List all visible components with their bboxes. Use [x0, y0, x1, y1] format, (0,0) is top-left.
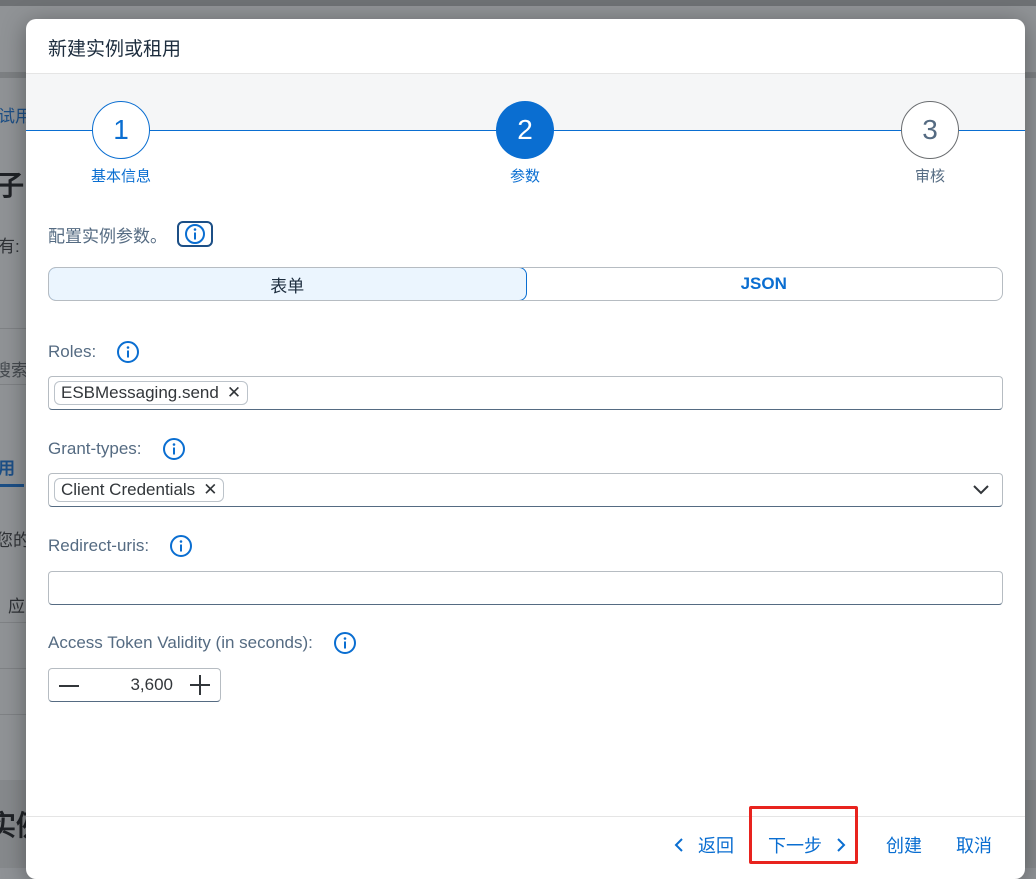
chevron-down-icon[interactable] — [972, 482, 990, 498]
decrement-icon[interactable] — [59, 685, 79, 687]
next-button-highlight — [749, 806, 858, 864]
token-validity-label-text: Access Token Validity (in seconds): — [48, 633, 313, 652]
step-label: 参数 — [509, 168, 540, 185]
grant-types-label: Grant-types: — [48, 437, 186, 461]
step-number: 3 — [901, 101, 959, 159]
grant-types-multicombobox[interactable]: Client Credentials ✕ — [48, 473, 1003, 507]
wizard-step-review[interactable]: 3 审核 — [870, 101, 990, 186]
cancel-label: 取消 — [956, 836, 992, 856]
background-heading: 子 — [0, 170, 25, 201]
info-icon[interactable] — [333, 631, 357, 655]
roles-input[interactable]: ESBMessaging.send ✕ — [48, 376, 1003, 410]
grant-type-token: Client Credentials ✕ — [54, 478, 225, 502]
token-text: ESBMessaging.send — [61, 383, 219, 402]
step-number: 2 — [496, 101, 554, 159]
role-token: ESBMessaging.send ✕ — [54, 381, 249, 405]
background-divider — [0, 622, 26, 623]
background-tab-underline — [0, 484, 24, 487]
background-divider — [0, 668, 26, 669]
back-button[interactable]: 返回 — [672, 832, 734, 858]
increment-icon[interactable] — [190, 675, 210, 695]
toggle-form[interactable]: 表单 — [49, 268, 527, 300]
parameters-intro: 配置实例参数。 — [48, 221, 213, 247]
roles-label: Roles: — [48, 340, 140, 364]
background-search: 搜索 — [0, 361, 28, 380]
token-text: Client Credentials — [61, 480, 196, 499]
background-divider — [0, 384, 26, 385]
background-divider — [0, 328, 26, 329]
background-divider — [1026, 72, 1036, 73]
step-label: 审核 — [914, 168, 945, 185]
background-divider — [0, 714, 26, 715]
back-label: 返回 — [698, 836, 734, 856]
info-icon[interactable] — [162, 437, 186, 461]
wizard-progress: 1 基本信息 2 参数 3 审核 — [26, 74, 1025, 204]
background-column: 应 — [8, 597, 25, 616]
background-tab: 用 — [0, 459, 15, 478]
background-topbar — [0, 0, 1036, 6]
wizard-step-basic-info[interactable]: 1 基本信息 — [61, 101, 181, 186]
info-icon — [185, 224, 205, 244]
dialog-title: 新建实例或租用 — [48, 39, 182, 60]
background-owner: 有: — [0, 237, 20, 256]
redirect-uris-input[interactable] — [48, 571, 1003, 605]
form-json-toggle: 表单 JSON — [48, 267, 1003, 301]
intro-info-button[interactable] — [177, 221, 213, 247]
create-button[interactable]: 创建 — [886, 832, 922, 858]
redirect-uris-label: Redirect-uris: — [48, 534, 193, 558]
token-validity-label: Access Token Validity (in seconds): — [48, 631, 357, 655]
token-validity-stepper: 3,600 — [48, 668, 221, 702]
dialog-header: 新建实例或租用 — [26, 19, 1025, 74]
remove-token-icon[interactable]: ✕ — [203, 480, 217, 500]
token-validity-value[interactable]: 3,600 — [89, 675, 173, 695]
info-icon[interactable] — [169, 534, 193, 558]
intro-text: 配置实例参数。 — [48, 226, 167, 246]
chevron-left-icon — [674, 838, 683, 852]
info-icon[interactable] — [116, 340, 140, 364]
toggle-json[interactable]: JSON — [526, 268, 1003, 300]
roles-label-text: Roles: — [48, 342, 97, 361]
wizard-step-parameters[interactable]: 2 参数 — [465, 101, 585, 186]
step-label: 基本信息 — [90, 168, 151, 185]
dialog-footer: 返回 下一步 创建 取消 — [26, 816, 1025, 879]
create-instance-dialog: 新建实例或租用 1 基本信息 2 参数 3 审核 配置实例参数。 表单 JSON… — [26, 19, 1025, 879]
remove-token-icon[interactable]: ✕ — [227, 383, 241, 403]
grant-types-label-text: Grant-types: — [48, 439, 142, 458]
create-label: 创建 — [886, 836, 922, 856]
cancel-button[interactable]: 取消 — [956, 832, 992, 858]
step-number: 1 — [92, 101, 150, 159]
redirect-uris-label-text: Redirect-uris: — [48, 536, 150, 555]
